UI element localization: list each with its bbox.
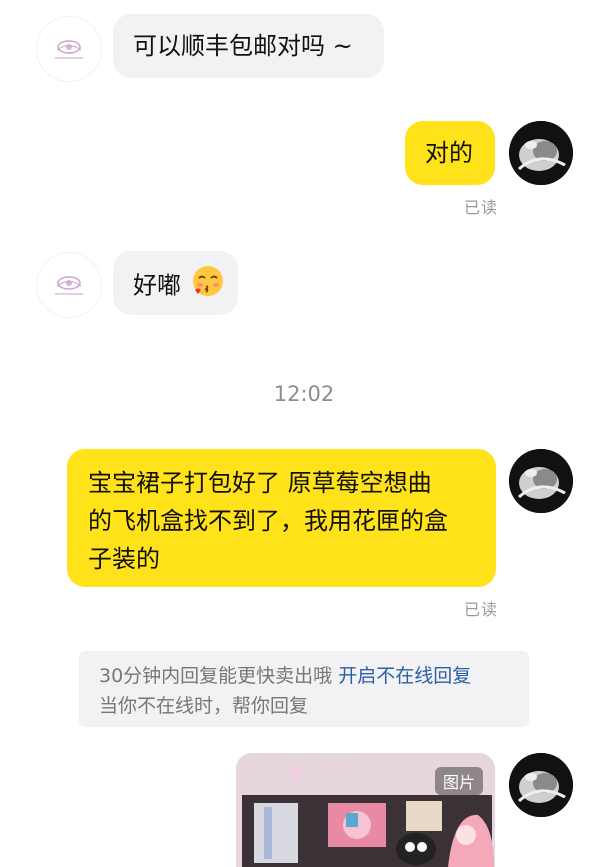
shop-avatar[interactable] xyxy=(36,16,102,82)
chat-conversation: 可以顺丰包邮对吗 ~ 对的 已读 好嘟 12:02 宝宝裙子打包好了 原草莓空想… xyxy=(0,0,608,867)
user-avatar-photo-icon xyxy=(509,753,573,817)
message-line: 子装的 xyxy=(88,545,160,573)
read-status: 已读 xyxy=(464,600,499,619)
read-status: 已读 xyxy=(464,198,499,217)
image-tag: 图片 xyxy=(434,767,483,795)
message-text: 可以顺丰包邮对吗 ~ xyxy=(133,32,353,60)
message-bubble-incoming[interactable]: 可以顺丰包邮对吗 ~ xyxy=(113,14,384,78)
user-avatar[interactable] xyxy=(509,449,573,513)
tip-text: 30分钟内回复能更快卖出哦 xyxy=(99,665,333,687)
image-message[interactable]: 图片 xyxy=(236,753,495,867)
tip-subtext: 当你不在线时，帮你回复 xyxy=(99,695,309,717)
user-avatar-photo-icon xyxy=(509,121,573,185)
user-avatar[interactable] xyxy=(509,121,573,185)
message-line: 的飞机盒找不到了，我用花匣的盒 xyxy=(88,507,448,535)
message-line: 宝宝裙子打包好了 原草莓空想曲 xyxy=(88,469,432,497)
user-avatar-photo-icon xyxy=(509,449,573,513)
shop-logo-icon xyxy=(55,40,83,59)
shop-logo-icon xyxy=(55,276,83,295)
message-bubble-outgoing[interactable]: 宝宝裙子打包好了 原草莓空想曲 的飞机盒找不到了，我用花匣的盒 子装的 xyxy=(67,449,496,587)
reply-tip-box: 30分钟内回复能更快卖出哦 开启不在线回复 当你不在线时，帮你回复 xyxy=(79,651,529,727)
message-text: 对的 xyxy=(425,139,473,167)
tip-line: 30分钟内回复能更快卖出哦 开启不在线回复 xyxy=(99,661,529,691)
shop-avatar[interactable] xyxy=(36,252,102,318)
message-bubble-incoming[interactable]: 好嘟 xyxy=(113,251,238,315)
message-text: 好嘟 xyxy=(133,271,181,300)
enable-auto-reply-link[interactable]: 开启不在线回复 xyxy=(338,665,471,687)
user-avatar[interactable] xyxy=(509,753,573,817)
message-bubble-outgoing[interactable]: 对的 xyxy=(405,121,495,185)
kissing-face-emoji-icon xyxy=(191,264,225,309)
message-timestamp: 12:02 xyxy=(273,382,335,406)
